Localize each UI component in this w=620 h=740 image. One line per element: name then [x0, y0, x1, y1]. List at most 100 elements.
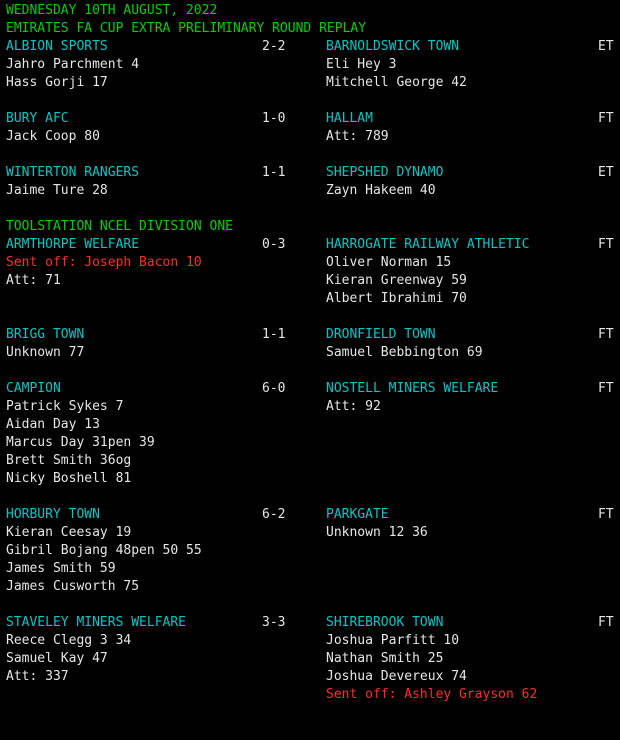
detail-row: Kieran Ceesay 19 Unknown 12 36 — [0, 524, 620, 542]
detail-row: Sent off: Joseph Bacon 10 Oliver Norman … — [0, 254, 620, 272]
match-row: WINTERTON RANGERS 1-1 SHEPSHED DYNAMO ET — [0, 164, 620, 182]
score: 1-1 — [262, 327, 286, 342]
match-row: STAVELEY MINERS WELFARE 3-3 SHIREBROOK T… — [0, 614, 620, 632]
home-scorer: Gibril Bojang 48pen 50 55 — [6, 543, 202, 558]
home-scorer: James Cusworth 75 — [6, 579, 140, 594]
detail-row: James Smith 59 — [0, 560, 620, 578]
competition-row: TOOLSTATION NCEL DIVISION ONE — [0, 218, 620, 236]
detail-row: Att: 337 Joshua Devereux 74 — [0, 668, 620, 686]
away-team: HARROGATE RAILWAY ATHLETIC — [326, 237, 530, 252]
away-scorer: Eli Hey 3 — [326, 57, 397, 72]
match-status: FT — [598, 507, 614, 522]
home-scorer: Aidan Day 13 — [6, 417, 100, 432]
away-scorer: Nathan Smith 25 — [326, 651, 444, 666]
teletext-results-page: WEDNESDAY 10TH AUGUST, 2022 EMIRATES FA … — [0, 0, 620, 709]
home-scorer: James Smith 59 — [6, 561, 116, 576]
match-row: BRIGG TOWN 1-1 DRONFIELD TOWN FT — [0, 326, 620, 344]
away-scorer: Zayn Hakeem 40 — [326, 183, 436, 198]
match-status: FT — [598, 327, 614, 342]
match-status: ET — [598, 165, 614, 180]
home-scorer: Patrick Sykes 7 — [6, 399, 124, 414]
away-scorer: Samuel Bebbington 69 — [326, 345, 483, 360]
attendance: Att: 92 — [326, 399, 381, 414]
away-scorer: Kieran Greenway 59 — [326, 273, 467, 288]
score: 1-0 — [262, 111, 286, 126]
away-team: DRONFIELD TOWN — [326, 327, 436, 342]
detail-row: Sent off: Ashley Grayson 62 — [0, 686, 620, 704]
home-team: WINTERTON RANGERS — [6, 165, 140, 180]
competition-header: EMIRATES FA CUP EXTRA PRELIMINARY ROUND … — [6, 21, 367, 36]
date-row: WEDNESDAY 10TH AUGUST, 2022 — [0, 2, 620, 20]
away-scorer: Joshua Parfitt 10 — [326, 633, 460, 648]
score: 0-3 — [262, 237, 286, 252]
detail-row: Jahro Parchment 4 Eli Hey 3 — [0, 56, 620, 74]
score: 3-3 — [262, 615, 286, 630]
detail-row: Samuel Kay 47 Nathan Smith 25 — [0, 650, 620, 668]
date-header: WEDNESDAY 10TH AUGUST, 2022 — [6, 3, 218, 18]
detail-row: Jaime Ture 28 Zayn Hakeem 40 — [0, 182, 620, 200]
away-team: PARKGATE — [326, 507, 389, 522]
home-scorer: Kieran Ceesay 19 — [6, 525, 132, 540]
home-team: ALBION SPORTS — [6, 39, 108, 54]
score: 1-1 — [262, 165, 286, 180]
home-team: HORBURY TOWN — [6, 507, 100, 522]
home-scorer: Jack Coop 80 — [6, 129, 100, 144]
match-row: BURY AFC 1-0 HALLAM FT — [0, 110, 620, 128]
sent-off: Sent off: Ashley Grayson 62 — [326, 687, 538, 702]
match-status: FT — [598, 615, 614, 630]
sent-off: Sent off: Joseph Bacon 10 — [6, 255, 202, 270]
attendance: Att: 337 — [6, 669, 69, 684]
match-status: FT — [598, 237, 614, 252]
detail-row: James Cusworth 75 — [0, 578, 620, 596]
home-scorer: Unknown 77 — [6, 345, 85, 360]
detail-row: Att: 71 Kieran Greenway 59 — [0, 272, 620, 290]
away-team: SHEPSHED DYNAMO — [326, 165, 444, 180]
score: 6-0 — [262, 381, 286, 396]
match-row: CAMPION 6-0 NOSTELL MINERS WELFARE FT — [0, 380, 620, 398]
detail-row: Unknown 77 Samuel Bebbington 69 — [0, 344, 620, 362]
detail-row: Jack Coop 80 Att: 789 — [0, 128, 620, 146]
home-team: BURY AFC — [6, 111, 69, 126]
home-scorer: Samuel Kay 47 — [6, 651, 108, 666]
detail-row: Aidan Day 13 — [0, 416, 620, 434]
match-row: HORBURY TOWN 6-2 PARKGATE FT — [0, 506, 620, 524]
away-scorer: Albert Ibrahimi 70 — [326, 291, 467, 306]
detail-row: Gibril Bojang 48pen 50 55 — [0, 542, 620, 560]
home-scorer: Brett Smith 36og — [6, 453, 132, 468]
score: 2-2 — [262, 39, 286, 54]
detail-row: Hass Gorji 17 Mitchell George 42 — [0, 74, 620, 92]
away-team: BARNOLDSWICK TOWN — [326, 39, 460, 54]
score: 6-2 — [262, 507, 286, 522]
detail-row: Albert Ibrahimi 70 — [0, 290, 620, 308]
home-scorer: Marcus Day 31pen 39 — [6, 435, 155, 450]
away-team: SHIREBROOK TOWN — [326, 615, 444, 630]
match-status: ET — [598, 39, 614, 54]
home-scorer: Reece Clegg 3 34 — [6, 633, 132, 648]
match-row: ARMTHORPE WELFARE 0-3 HARROGATE RAILWAY … — [0, 236, 620, 254]
match-row: ALBION SPORTS 2-2 BARNOLDSWICK TOWN ET — [0, 38, 620, 56]
detail-row: Reece Clegg 3 34 Joshua Parfitt 10 — [0, 632, 620, 650]
away-scorer: Oliver Norman 15 — [326, 255, 452, 270]
home-scorer: Jahro Parchment 4 — [6, 57, 140, 72]
match-status: FT — [598, 111, 614, 126]
home-scorer: Hass Gorji 17 — [6, 75, 108, 90]
attendance: Att: 789 — [326, 129, 389, 144]
away-scorer: Mitchell George 42 — [326, 75, 467, 90]
detail-row: Nicky Boshell 81 — [0, 470, 620, 488]
home-team: CAMPION — [6, 381, 61, 396]
home-scorer: Nicky Boshell 81 — [6, 471, 132, 486]
competition-row: EMIRATES FA CUP EXTRA PRELIMINARY ROUND … — [0, 20, 620, 38]
detail-row: Marcus Day 31pen 39 — [0, 434, 620, 452]
home-scorer: Jaime Ture 28 — [6, 183, 108, 198]
away-team: HALLAM — [326, 111, 373, 126]
away-scorer: Unknown 12 36 — [326, 525, 428, 540]
home-team: ARMTHORPE WELFARE — [6, 237, 140, 252]
away-team: NOSTELL MINERS WELFARE — [326, 381, 499, 396]
home-team: BRIGG TOWN — [6, 327, 85, 342]
attendance: Att: 71 — [6, 273, 61, 288]
away-scorer: Joshua Devereux 74 — [326, 669, 467, 684]
match-status: FT — [598, 381, 614, 396]
competition-header: TOOLSTATION NCEL DIVISION ONE — [6, 219, 233, 234]
detail-row: Brett Smith 36og — [0, 452, 620, 470]
detail-row: Patrick Sykes 7 Att: 92 — [0, 398, 620, 416]
